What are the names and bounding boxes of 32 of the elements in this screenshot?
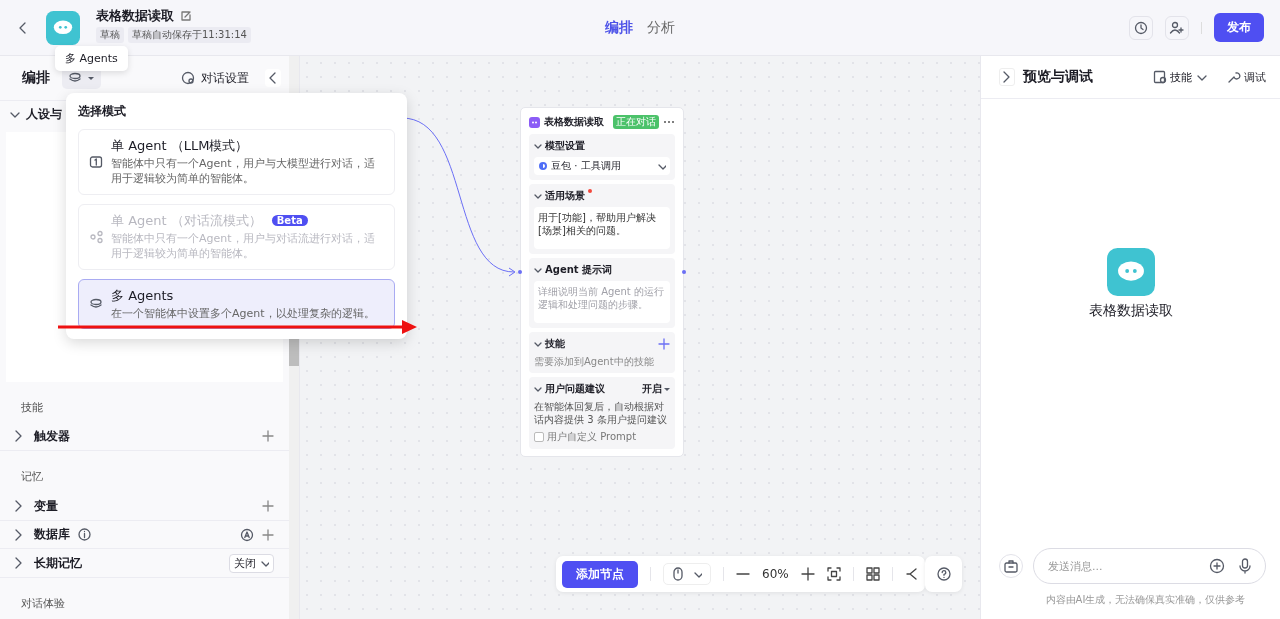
disclaimer-text: 内容由AI生成，无法确保真实准确，仅供参考 [1044, 593, 1247, 607]
description-text: 在智能体回复后，自动根据对话内容提供 3 条用户提问建议 [534, 400, 668, 426]
section-title: 用户问题建议 [545, 382, 605, 396]
status-badge: 正在对话 [613, 115, 659, 129]
panel-title: 预览与调试 [1023, 68, 1093, 86]
bot-name: 表格数据读取 [1088, 301, 1173, 320]
section-title: 模型设置 [545, 139, 585, 153]
group-label: 技能 [20, 399, 44, 416]
section-title: 数据库 [34, 526, 70, 544]
section-title: 触发器 [34, 428, 70, 445]
section-title: 适用场景 [545, 189, 585, 203]
tooltip: 多 Agents [55, 46, 128, 71]
beta-badge: Beta [271, 215, 308, 227]
group-label: 对话体验 [20, 596, 66, 612]
node-title: 表格数据读取 [544, 115, 604, 129]
bot-title: 表格数据读取 [96, 6, 174, 25]
section-title: 人设与 [26, 106, 62, 124]
panel-title: 编排 [22, 69, 50, 88]
menu-title: 选择模式 [78, 103, 127, 120]
checkbox-label: 用户自定义 Prompt [547, 430, 637, 444]
group-label: 记忆 [20, 469, 44, 486]
section-title: Agent 提示词 [545, 263, 613, 277]
section-title: 技能 [545, 337, 565, 351]
option-title: 单 Agent （对话流模式） [111, 211, 262, 230]
section-title: 变量 [34, 497, 58, 515]
hint-text: 需要添加到Agent中的技能 [534, 355, 655, 368]
section-title: 长期记忆 [34, 554, 82, 572]
zoom-level: 60% [762, 567, 789, 581]
status-tag: 草稿 [96, 26, 124, 43]
option-title: 多 Agents [111, 286, 174, 305]
status-tag: 草稿自动保存于11:31:14 [128, 26, 251, 43]
option-title: 单 Agent （LLM模式） [111, 137, 249, 155]
